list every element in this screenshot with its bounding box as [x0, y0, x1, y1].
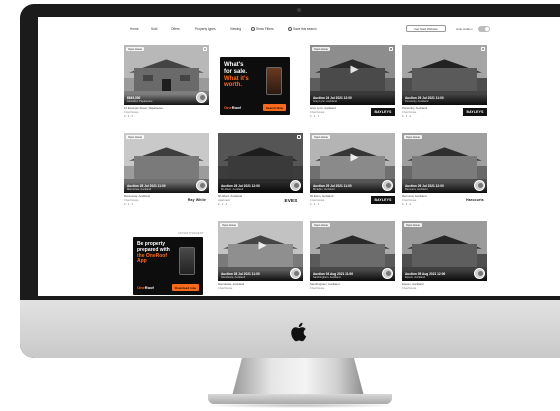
heart-icon[interactable]: [203, 47, 207, 51]
listing-photo[interactable]: Open Home Auction 28 Jul 2021 11:00 Manu…: [124, 133, 209, 193]
listing-tag: Open Home: [404, 223, 422, 227]
listing-tag: Open Home: [312, 135, 330, 139]
advertisement-label: ADVERTISEMENT: [178, 232, 204, 235]
camera-icon: [297, 8, 301, 12]
listing-type: 4 bed house: [402, 286, 417, 290]
listing-card[interactable]: Open Home Auction 24 Jul 2021 12:00 Grey…: [310, 45, 395, 118]
advert-photo: [266, 67, 282, 95]
listing-photo[interactable]: Auction 29 Jul 2021 11:00 Ponsonby, Auck…: [402, 45, 487, 105]
listing-tag: Open Home: [312, 223, 330, 227]
listing-location: Mt Eden, Auckland: [313, 188, 335, 191]
listing-photo[interactable]: Auction 28 Jul 2021 12:00 Mt Albert, Auc…: [218, 133, 303, 193]
bell-icon: [288, 27, 292, 32]
nav-item-offers[interactable]: Offers: [171, 27, 180, 31]
apple-logo-icon: [291, 322, 307, 342]
listing-location: Mt Albert, Auckland: [221, 188, 244, 191]
listing-location: Remuera, Auckland: [405, 188, 428, 191]
monitor-stand: [232, 356, 364, 396]
agent-avatar: [474, 268, 485, 279]
agency-logo: BAYLEYS: [371, 108, 395, 116]
listing-card[interactable]: Auction 29 Jul 2021 11:00 Ponsonby, Auck…: [402, 45, 487, 118]
save-search-label: Save this search: [293, 27, 317, 31]
nav-item-sold[interactable]: Sold: [151, 27, 157, 31]
agent-avatar: [474, 180, 485, 191]
listing-location: Manurewa, Auckland: [127, 188, 152, 191]
play-icon[interactable]: [348, 65, 358, 75]
advert-phone: [179, 247, 195, 275]
listing-photo[interactable]: Open Home Auction 05 Aug 2021 12:00 Epso…: [402, 221, 487, 281]
advert-oneroof[interactable]: What's for sale. What it's worth. OneRoo…: [220, 57, 290, 115]
agent-avatar: [196, 92, 207, 103]
listing-card[interactable]: Open Home Auction 29 Jul 2021 12:00 Remu…: [402, 133, 487, 206]
listing-tag: Open Home: [404, 135, 422, 139]
hide-toggle[interactable]: [478, 26, 490, 32]
agent-avatar: [196, 180, 207, 191]
listing-tag: Open Home: [312, 47, 330, 51]
play-icon[interactable]: [348, 153, 358, 163]
heart-icon[interactable]: [389, 47, 393, 51]
listing-location: Ponsonby, Auckland: [405, 100, 429, 103]
listing-card[interactable]: Open Home $849,000 Auckland, Papatoetoe …: [124, 45, 209, 118]
save-search-button[interactable]: Save this search: [288, 27, 317, 32]
listing-tag: Open Home: [126, 135, 144, 139]
advert-cta-button[interactable]: Search Now: [262, 104, 286, 111]
listing-card[interactable]: Open Home Auction 28 Jul 2021 11:00 Glen…: [218, 221, 303, 290]
listing-photo[interactable]: Open Home Auction 29 Jul 2021 12:00 Remu…: [402, 133, 487, 193]
advert-cta-button[interactable]: Download now: [171, 284, 199, 291]
listing-overlay: Auction 24 Jul 2021 12:00 Grey Lynn, Auc…: [310, 94, 395, 105]
monitor-stand-base: [208, 394, 392, 404]
listing-photo[interactable]: Open Home Auction 29 Jul 2021 11:00 Mt E…: [310, 133, 395, 193]
show-filters-label: Show Filters: [256, 27, 274, 31]
agent-avatar: [290, 180, 301, 191]
advert-headline: Be property prepared with the OneRoof Ap…: [137, 241, 170, 265]
agency-logo: Harcourts: [463, 196, 487, 204]
advert-oneroof-app[interactable]: Be property prepared with the OneRoof Ap…: [133, 237, 203, 295]
agency-logo: EVES: [279, 196, 303, 204]
heart-icon[interactable]: [481, 47, 485, 51]
listing-card[interactable]: Open Home Auction 29 Jul 2021 11:00 Mt E…: [310, 133, 395, 206]
oneroof-logo: OneRoof: [137, 285, 154, 290]
listing-location: Sandringham, Auckland: [313, 276, 341, 279]
listing-card[interactable]: Open Home Auction 04 Aug 2021 11:00 Sand…: [310, 221, 395, 290]
nav-item-property-types[interactable]: Property types: [195, 27, 216, 31]
agent-avatar: [290, 268, 301, 279]
agent-avatar: [382, 268, 393, 279]
listing-card[interactable]: Auction 28 Jul 2021 12:00 Mt Albert, Auc…: [218, 133, 303, 206]
listing-tag: Open Home: [220, 223, 238, 227]
listing-type: 3 bed house: [310, 286, 325, 290]
nav-item-home[interactable]: Home: [130, 27, 139, 31]
listing-type: 4 bed house: [124, 110, 139, 114]
filter-icon: [251, 27, 255, 32]
toggle-label: Hide Hidden: [456, 27, 473, 31]
listing-photo[interactable]: Open Home $849,000 Auckland, Papatoetoe: [124, 45, 209, 105]
listing-card[interactable]: Open Home Auction 05 Aug 2021 12:00 Epso…: [402, 221, 487, 290]
play-icon[interactable]: [256, 241, 266, 251]
listing-photo[interactable]: Open Home Auction 28 Jul 2021 11:00 Glen…: [218, 221, 303, 281]
listing-photo[interactable]: Open Home Auction 04 Aug 2021 11:00 Sand…: [310, 221, 395, 281]
screen: Home Sold Offers Property types Viewing …: [38, 17, 560, 296]
listing-type: 4 bed house: [218, 286, 233, 290]
listing-features: 4 · 2 · 2: [124, 115, 133, 118]
listing-location: Grey Lynn, Auckland: [313, 100, 337, 103]
listing-location: Glendowie, Auckland: [221, 276, 246, 279]
listing-card[interactable]: Open Home Auction 28 Jul 2021 11:00 Manu…: [124, 133, 209, 206]
listing-overlay: Auction 29 Jul 2021 11:00 Ponsonby, Auck…: [402, 94, 487, 105]
listing-location: Epsom, Auckland: [405, 276, 426, 279]
agent-avatar: [382, 180, 393, 191]
get-website-button[interactable]: Get Sold Website: [406, 25, 446, 32]
heart-icon[interactable]: [297, 135, 301, 139]
top-nav: Home Sold Offers Property types Viewing …: [38, 17, 560, 45]
agency-logo: Ray White: [185, 196, 209, 204]
show-filters-button[interactable]: Show Filters: [251, 27, 274, 32]
advert-headline: What's for sale. What it's worth.: [224, 62, 249, 89]
agency-logo: BAYLEYS: [463, 108, 487, 116]
nav-item-viewing[interactable]: Viewing: [230, 27, 241, 31]
listing-photo[interactable]: Open Home Auction 24 Jul 2021 12:00 Grey…: [310, 45, 395, 105]
oneroof-logo: OneRoof: [224, 105, 241, 110]
agency-logo: BAYLEYS: [371, 196, 395, 204]
listing-tag: Open Home: [126, 47, 144, 51]
listing-location: Auckland, Papatoetoe: [127, 100, 153, 103]
